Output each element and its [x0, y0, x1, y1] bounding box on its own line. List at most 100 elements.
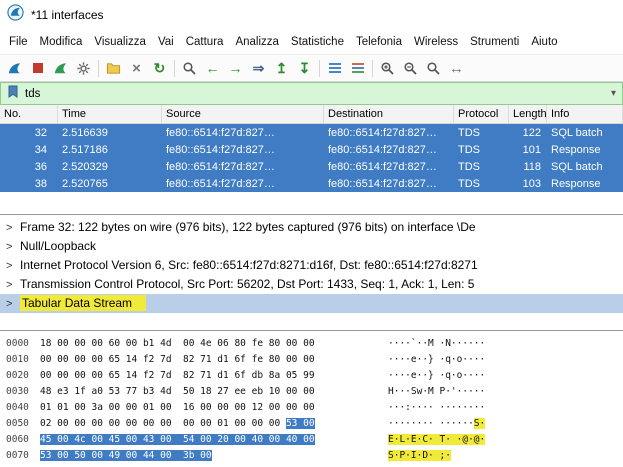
packet-length: 103: [522, 177, 541, 190]
menu-wireless[interactable]: Wireless: [408, 33, 464, 51]
go-to-packet-icon[interactable]: ⇒: [247, 57, 270, 79]
packet-row[interactable]: 32 2.516639 fe80::6514:f27d:827… fe80::6…: [0, 124, 623, 141]
hex-ascii: H···Sw·M P·'·····: [388, 386, 486, 397]
hex-offset: 0050: [6, 418, 29, 429]
hex-offset: 0060: [6, 434, 29, 445]
menu-analizza[interactable]: Analizza: [229, 33, 284, 51]
column-header-source[interactable]: Source: [162, 105, 324, 123]
expand-icon[interactable]: >: [6, 219, 20, 237]
filter-bookmark-icon[interactable]: [7, 85, 19, 103]
expand-icon[interactable]: >: [6, 257, 20, 275]
packet-protocol: TDS: [458, 126, 480, 139]
expand-icon[interactable]: >: [6, 238, 20, 256]
detail-row-frame[interactable]: > Frame 32: 122 bytes on wire (976 bits),…: [0, 218, 623, 237]
colorize-icon[interactable]: [346, 57, 369, 79]
column-header-info[interactable]: Info: [547, 105, 623, 123]
go-bottom-icon[interactable]: ↧: [293, 57, 316, 79]
hex-row[interactable]: 0050 02 00 00 00 00 00 00 00 00 00 01 00 …: [6, 416, 623, 432]
packet-protocol: TDS: [458, 143, 480, 156]
packet-no: 36: [34, 160, 47, 173]
menu-modifica[interactable]: Modifica: [34, 33, 89, 51]
packet-row[interactable]: 38 2.520765 fe80::6514:f27d:827… fe80::6…: [0, 175, 623, 192]
hex-offset: 0070: [6, 450, 29, 461]
packet-no: 34: [34, 143, 47, 156]
detail-text: Null/Loopback: [20, 239, 97, 253]
packet-row[interactable]: 36 2.520329 fe80::6514:f27d:827… fe80::6…: [0, 158, 623, 175]
detail-text-highlighted: Tabular Data Stream: [20, 295, 147, 311]
hex-bytes-selected: 53 00: [285, 418, 315, 429]
packet-length: 101: [522, 143, 541, 156]
file-close-icon[interactable]: ×: [125, 57, 148, 79]
packet-no: 32: [34, 126, 47, 139]
capture-options-icon[interactable]: [72, 57, 95, 79]
zoom-reset-icon[interactable]: [422, 57, 445, 79]
menu-file[interactable]: File: [3, 33, 34, 51]
packet-source: fe80::6514:f27d:827…: [166, 160, 275, 173]
column-header-no[interactable]: No.: [0, 105, 58, 123]
menu-strumenti[interactable]: Strumenti: [464, 33, 525, 51]
go-top-icon[interactable]: ↥: [270, 57, 293, 79]
detail-row-null-loopback[interactable]: > Null/Loopback: [0, 237, 623, 256]
file-open-icon[interactable]: [102, 57, 125, 79]
wireshark-logo-icon: [7, 3, 24, 26]
packet-time: 2.517186: [62, 143, 108, 156]
packet-info: SQL batch: [551, 126, 603, 139]
hex-offset: 0010: [6, 354, 29, 365]
go-back-icon[interactable]: ←: [201, 57, 224, 79]
menu-visualizza[interactable]: Visualizza: [88, 33, 152, 51]
menu-cattura[interactable]: Cattura: [180, 33, 230, 51]
packet-time: 2.520765: [62, 177, 108, 190]
column-header-length[interactable]: Length: [509, 105, 547, 123]
hex-offset: 0020: [6, 370, 29, 381]
expand-icon[interactable]: >: [6, 295, 20, 313]
zoom-out-icon[interactable]: [399, 57, 422, 79]
filter-value: tds: [25, 87, 41, 100]
find-packet-icon[interactable]: [178, 57, 201, 79]
toolbar-separator: [98, 59, 99, 77]
hex-bytes: 01 01 00 3a 00 00 01 00 16 00 00 00 12 0…: [40, 402, 315, 413]
main-toolbar: × ↻ ← → ⇒ ↥ ↧ ↔: [0, 54, 623, 82]
filter-dropdown-icon[interactable]: ▾: [611, 88, 616, 99]
column-header-protocol[interactable]: Protocol: [454, 105, 509, 123]
detail-row-tcp[interactable]: > Transmission Control Protocol, Src Port…: [0, 275, 623, 294]
menu-vai[interactable]: Vai: [152, 33, 180, 51]
hex-row[interactable]: 0010 00 00 00 00 65 14 f2 7d 82 71 d1 6f …: [6, 352, 623, 368]
hex-dump-pane: 0000 18 00 00 00 60 00 b1 4d 00 4e 06 80 …: [0, 330, 623, 467]
zoom-in-icon[interactable]: [376, 57, 399, 79]
column-header-time[interactable]: Time: [58, 105, 162, 123]
hex-row[interactable]: 0060 45 00 4c 00 45 00 43 00 54 00 20 00 …: [6, 432, 623, 448]
reload-icon[interactable]: ↻: [148, 57, 171, 79]
hex-row[interactable]: 0040 01 01 00 3a 00 00 01 00 16 00 00 00 …: [6, 400, 623, 416]
packet-destination: fe80::6514:f27d:827…: [328, 143, 437, 156]
detail-row-ipv6[interactable]: > Internet Protocol Version 6, Src: fe80:…: [0, 256, 623, 275]
display-filter-input[interactable]: tds ▾: [0, 82, 623, 105]
column-header-destination[interactable]: Destination: [324, 105, 454, 123]
go-forward-icon[interactable]: →: [224, 57, 247, 79]
hex-ascii: ····`··M ·N······: [388, 338, 486, 349]
hex-row[interactable]: 0070 53 00 50 00 49 00 44 00 3b 00 S·P·I·D…: [6, 448, 623, 464]
capture-start-icon[interactable]: [3, 57, 26, 79]
hex-ascii-highlighted: E·L·E·C· T· ·@·@·: [388, 434, 486, 445]
capture-stop-icon[interactable]: [26, 57, 49, 79]
wireshark-window: *11 interfaces File Modifica Visualizza …: [0, 0, 623, 467]
packet-no: 38: [34, 177, 47, 190]
menu-aiuto[interactable]: Aiuto: [525, 33, 563, 51]
menu-statistiche[interactable]: Statistiche: [285, 33, 350, 51]
menu-telefonia[interactable]: Telefonia: [350, 33, 408, 51]
detail-row-tds-selected[interactable]: > Tabular Data Stream: [0, 294, 623, 313]
hex-bytes-selected: 53 00 50 00 49 00 44 00 3b 00: [40, 450, 212, 461]
resize-columns-icon[interactable]: ↔: [445, 57, 468, 79]
hex-ascii: ····e··} ·q·o····: [388, 354, 486, 365]
hex-ascii: ····e··} ·q·o····: [388, 370, 486, 381]
auto-scroll-icon[interactable]: [323, 57, 346, 79]
packet-row[interactable]: 34 2.517186 fe80::6514:f27d:827… fe80::6…: [0, 141, 623, 158]
capture-restart-icon[interactable]: [49, 57, 72, 79]
expand-icon[interactable]: >: [6, 276, 20, 294]
packet-source: fe80::6514:f27d:827…: [166, 177, 275, 190]
window-title: *11 interfaces: [31, 7, 104, 22]
hex-row[interactable]: 0030 48 e3 1f a0 53 77 b3 4d 50 18 27 ee …: [6, 384, 623, 400]
hex-row[interactable]: 0020 00 00 00 00 65 14 f2 7d 82 71 d1 6f …: [6, 368, 623, 384]
packet-protocol: TDS: [458, 160, 480, 173]
hex-row[interactable]: 0000 18 00 00 00 60 00 b1 4d 00 4e 06 80 …: [6, 336, 623, 352]
hex-offset: 0030: [6, 386, 29, 397]
